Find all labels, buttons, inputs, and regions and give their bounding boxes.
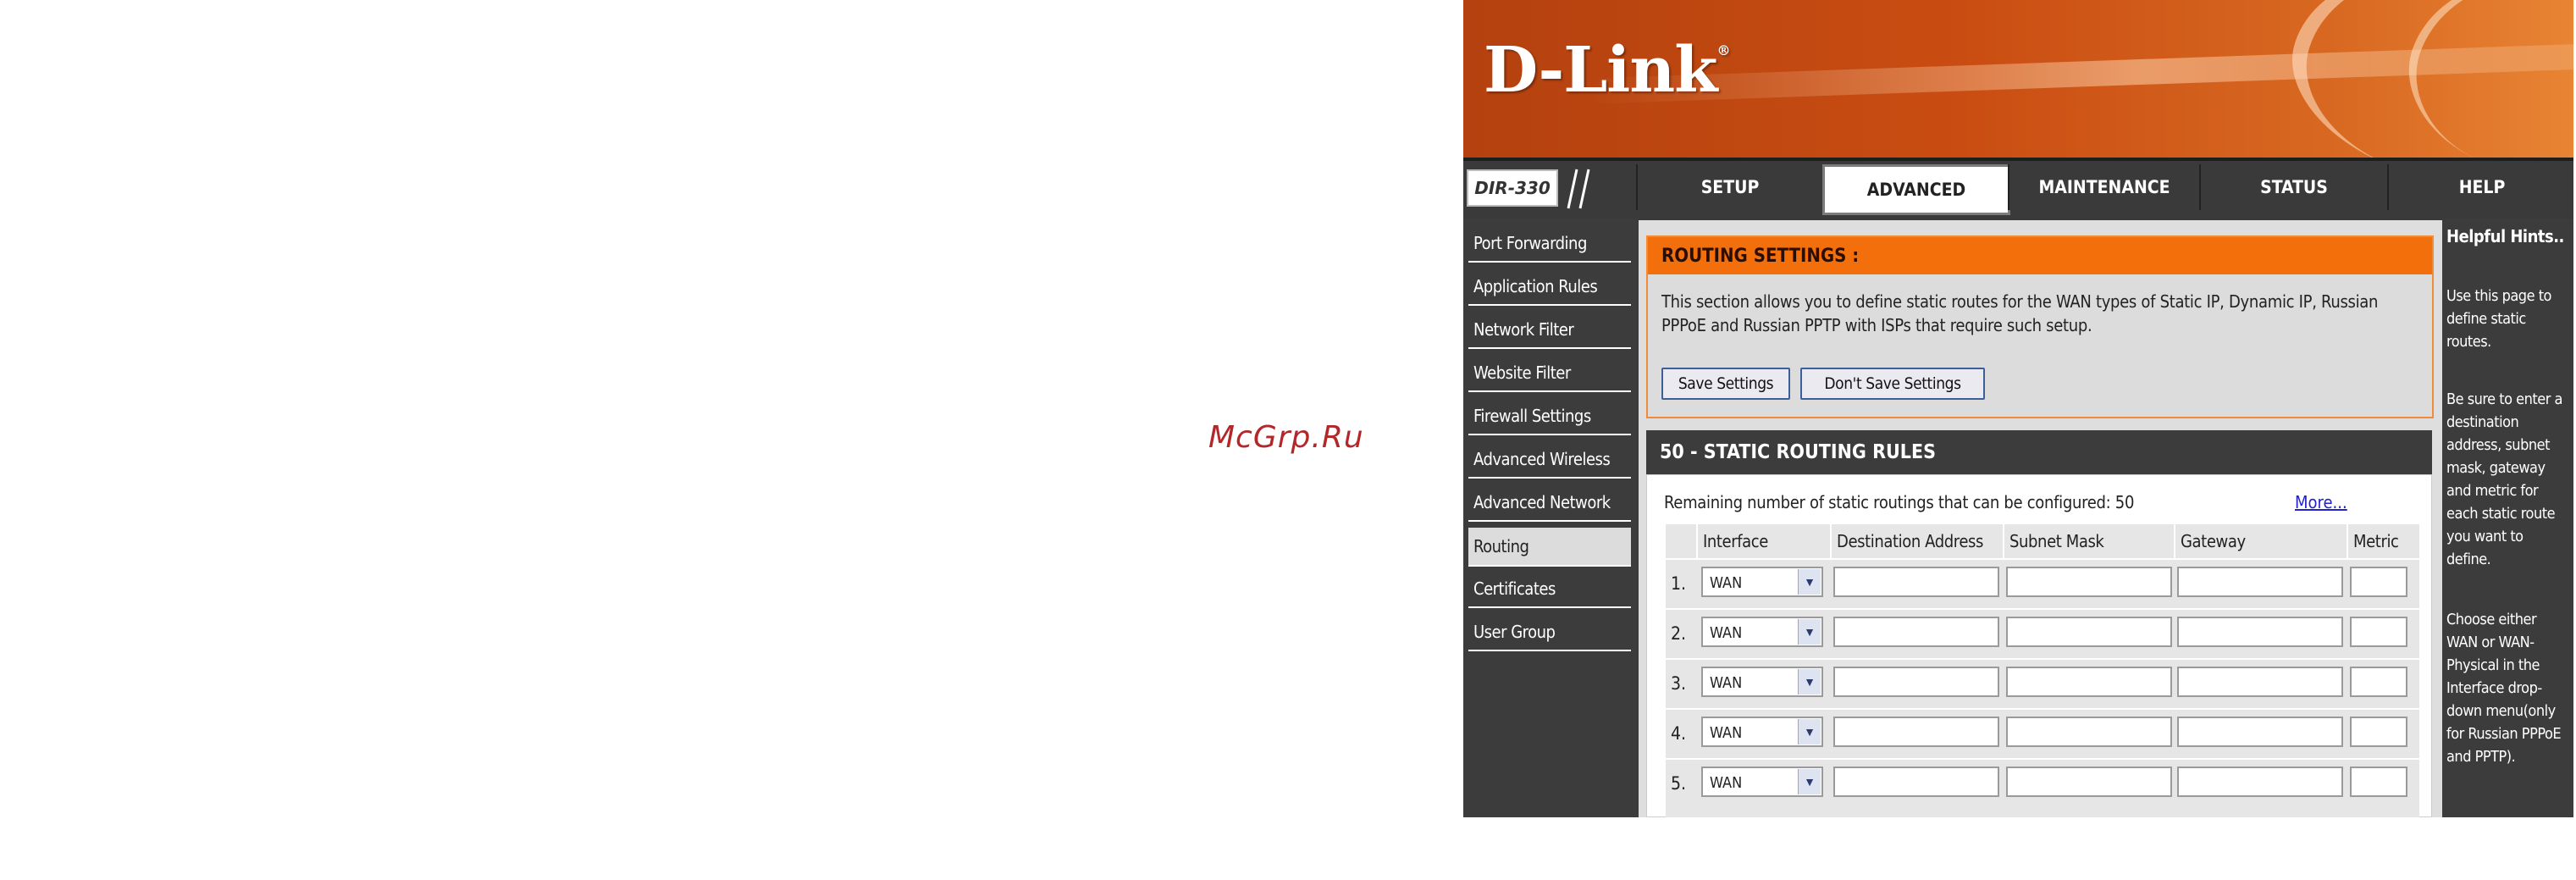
interface-select[interactable]: WAN ▼ xyxy=(1701,617,1823,647)
destination-address-input[interactable] xyxy=(1833,617,1999,647)
subnet-mask-input[interactable] xyxy=(2006,767,2172,797)
tab-maintenance[interactable]: MAINTENANCE xyxy=(2008,164,2199,210)
sidebar-item-application-rules[interactable]: Application Rules xyxy=(1468,268,1631,306)
table-row: 5. WAN ▼ xyxy=(1666,758,2419,805)
chevron-down-icon[interactable]: ▼ xyxy=(1798,719,1821,744)
metric-input[interactable] xyxy=(2350,617,2407,647)
model-badge: DIR-330 xyxy=(1467,169,1558,207)
rules-title: 50 - STATIC ROUTING RULES xyxy=(1646,430,2432,474)
destination-address-input[interactable] xyxy=(1833,767,1999,797)
table-row: 4. WAN ▼ xyxy=(1666,708,2419,755)
chevron-down-icon[interactable]: ▼ xyxy=(1798,569,1821,595)
column-header-interface: Interface xyxy=(1696,524,1830,558)
metric-input[interactable] xyxy=(2350,717,2407,747)
column-header-subnet-mask: Subnet Mask xyxy=(2003,524,2174,558)
gateway-input[interactable] xyxy=(2177,567,2343,597)
chevron-down-icon[interactable]: ▼ xyxy=(1798,769,1821,794)
destination-address-input[interactable] xyxy=(1833,667,1999,697)
table-row: 1. WAN ▼ xyxy=(1666,558,2419,606)
routing-settings-panel: ROUTING SETTINGS : This section allows y… xyxy=(1646,235,2434,418)
column-header-gateway: Gateway xyxy=(2174,524,2347,558)
table-row: 3. WAN ▼ xyxy=(1666,658,2419,706)
row-number: 3. xyxy=(1671,673,1687,694)
routing-settings-title: ROUTING SETTINGS : xyxy=(1648,237,2432,274)
gateway-input[interactable] xyxy=(2177,617,2343,647)
help-sidebar: Helpful Hints.. Use this page to define … xyxy=(2442,219,2573,817)
watermark-text: McGrp.Ru xyxy=(1208,420,1364,455)
help-hint-2: Be sure to enter a destination address, … xyxy=(2446,390,2562,568)
subnet-mask-input[interactable] xyxy=(2006,667,2172,697)
dont-save-settings-button[interactable]: Don't Save Settings xyxy=(1800,368,1985,400)
gateway-input[interactable] xyxy=(2177,667,2343,697)
sidebar-item-certificates[interactable]: Certificates xyxy=(1468,571,1631,608)
tab-help[interactable]: HELP xyxy=(2387,164,2573,210)
tab-status[interactable]: STATUS xyxy=(2199,164,2387,210)
metric-input[interactable] xyxy=(2350,667,2407,697)
subnet-mask-input[interactable] xyxy=(2006,617,2172,647)
interface-select[interactable]: WAN ▼ xyxy=(1701,567,1823,597)
save-settings-button[interactable]: Save Settings xyxy=(1661,368,1790,400)
help-hint-1: Use this page to define static routes. xyxy=(2446,287,2551,351)
row-number: 2. xyxy=(1671,623,1687,644)
dlink-logo: D-Link® xyxy=(1484,34,1730,107)
more-link[interactable]: More... xyxy=(2295,492,2347,512)
slashes-decoration xyxy=(1567,169,1590,209)
subnet-mask-input[interactable] xyxy=(2006,717,2172,747)
help-title: Helpful Hints.. xyxy=(2446,226,2564,246)
table-row: 2. WAN ▼ xyxy=(1666,608,2419,656)
main-content: ROUTING SETTINGS : This section allows y… xyxy=(1639,220,2442,817)
interface-select[interactable]: WAN ▼ xyxy=(1701,767,1823,797)
router-admin-window: D-Link® DIR-330 SETUP ADVANCED MAINTENAN… xyxy=(1463,0,2573,817)
static-routing-rules-panel: 50 - STATIC ROUTING RULES Remaining numb… xyxy=(1646,430,2432,817)
row-number: 5. xyxy=(1671,773,1687,794)
destination-address-input[interactable] xyxy=(1833,567,1999,597)
row-number: 4. xyxy=(1671,723,1687,744)
metric-input[interactable] xyxy=(2350,567,2407,597)
sidebar-item-advanced-network[interactable]: Advanced Network xyxy=(1468,484,1631,522)
chevron-down-icon[interactable]: ▼ xyxy=(1798,619,1821,645)
header-banner: D-Link® xyxy=(1463,0,2573,158)
routing-description: This section allows you to define static… xyxy=(1661,291,2379,335)
sidebar-item-advanced-wireless[interactable]: Advanced Wireless xyxy=(1468,441,1631,479)
help-hint-3: Choose either WAN or WAN-Physical in the… xyxy=(2446,611,2562,766)
row-number: 1. xyxy=(1671,573,1687,594)
sidebar-item-port-forwarding[interactable]: Port Forwarding xyxy=(1468,225,1631,263)
sidebar-nav: Port Forwarding Application Rules Networ… xyxy=(1463,219,1637,817)
metric-input[interactable] xyxy=(2350,767,2407,797)
sidebar-item-network-filter[interactable]: Network Filter xyxy=(1468,312,1631,349)
subnet-mask-input[interactable] xyxy=(2006,567,2172,597)
column-header-metric: Metric xyxy=(2347,524,2419,558)
sidebar-item-firewall-settings[interactable]: Firewall Settings xyxy=(1468,398,1631,435)
tab-advanced[interactable]: ADVANCED xyxy=(1822,164,2010,215)
sidebar-item-website-filter[interactable]: Website Filter xyxy=(1468,355,1631,392)
remaining-count-text: Remaining number of static routings that… xyxy=(1664,492,2135,512)
chevron-down-icon[interactable]: ▼ xyxy=(1798,669,1821,695)
sidebar-item-user-group[interactable]: User Group xyxy=(1468,614,1631,651)
routing-table: Interface Destination Address Subnet Mas… xyxy=(1666,524,2419,817)
destination-address-input[interactable] xyxy=(1833,717,1999,747)
tab-bar: DIR-330 SETUP ADVANCED MAINTENANCE STATU… xyxy=(1463,158,2573,222)
gateway-input[interactable] xyxy=(2177,717,2343,747)
gateway-input[interactable] xyxy=(2177,767,2343,797)
interface-select[interactable]: WAN ▼ xyxy=(1701,667,1823,697)
tab-setup[interactable]: SETUP xyxy=(1636,164,1822,210)
interface-select[interactable]: WAN ▼ xyxy=(1701,717,1823,747)
column-header-destination: Destination Address xyxy=(1830,524,2003,558)
sidebar-item-routing[interactable]: Routing xyxy=(1468,528,1631,567)
